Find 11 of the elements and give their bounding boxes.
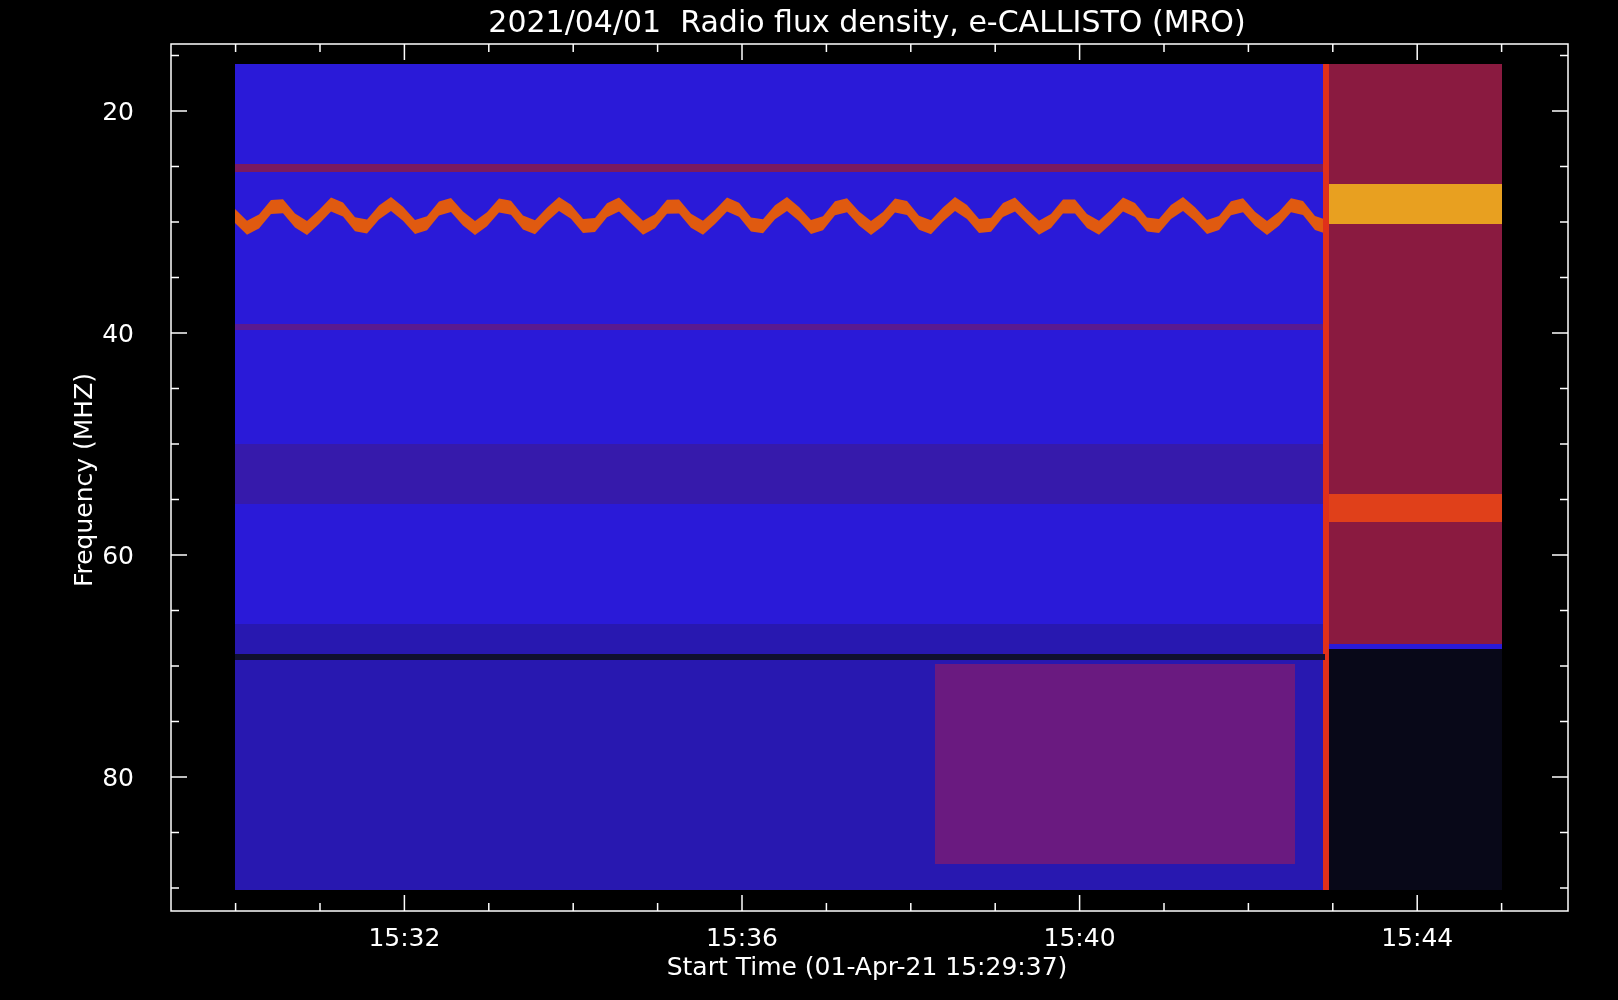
chart-title: 2021/04/01 Radio flux density, e-CALLISTO (MRO) <box>488 4 1246 39</box>
x-tick-label: 15:36 <box>706 923 778 952</box>
y-axis-label: Frequency (MHZ) <box>69 372 98 588</box>
x-tick-label: 15:44 <box>1381 923 1454 952</box>
x-tick-label: 15:32 <box>368 923 441 952</box>
x-tick-label: 15:40 <box>1043 923 1116 952</box>
y-tick-label: 40 <box>102 319 134 348</box>
x-axis-label: Start Time (01-Apr-21 15:29:37) <box>666 952 1068 981</box>
y-tick-label: 80 <box>102 763 134 792</box>
y-tick-label: 60 <box>102 541 134 570</box>
y-tick-label: 20 <box>102 97 134 126</box>
